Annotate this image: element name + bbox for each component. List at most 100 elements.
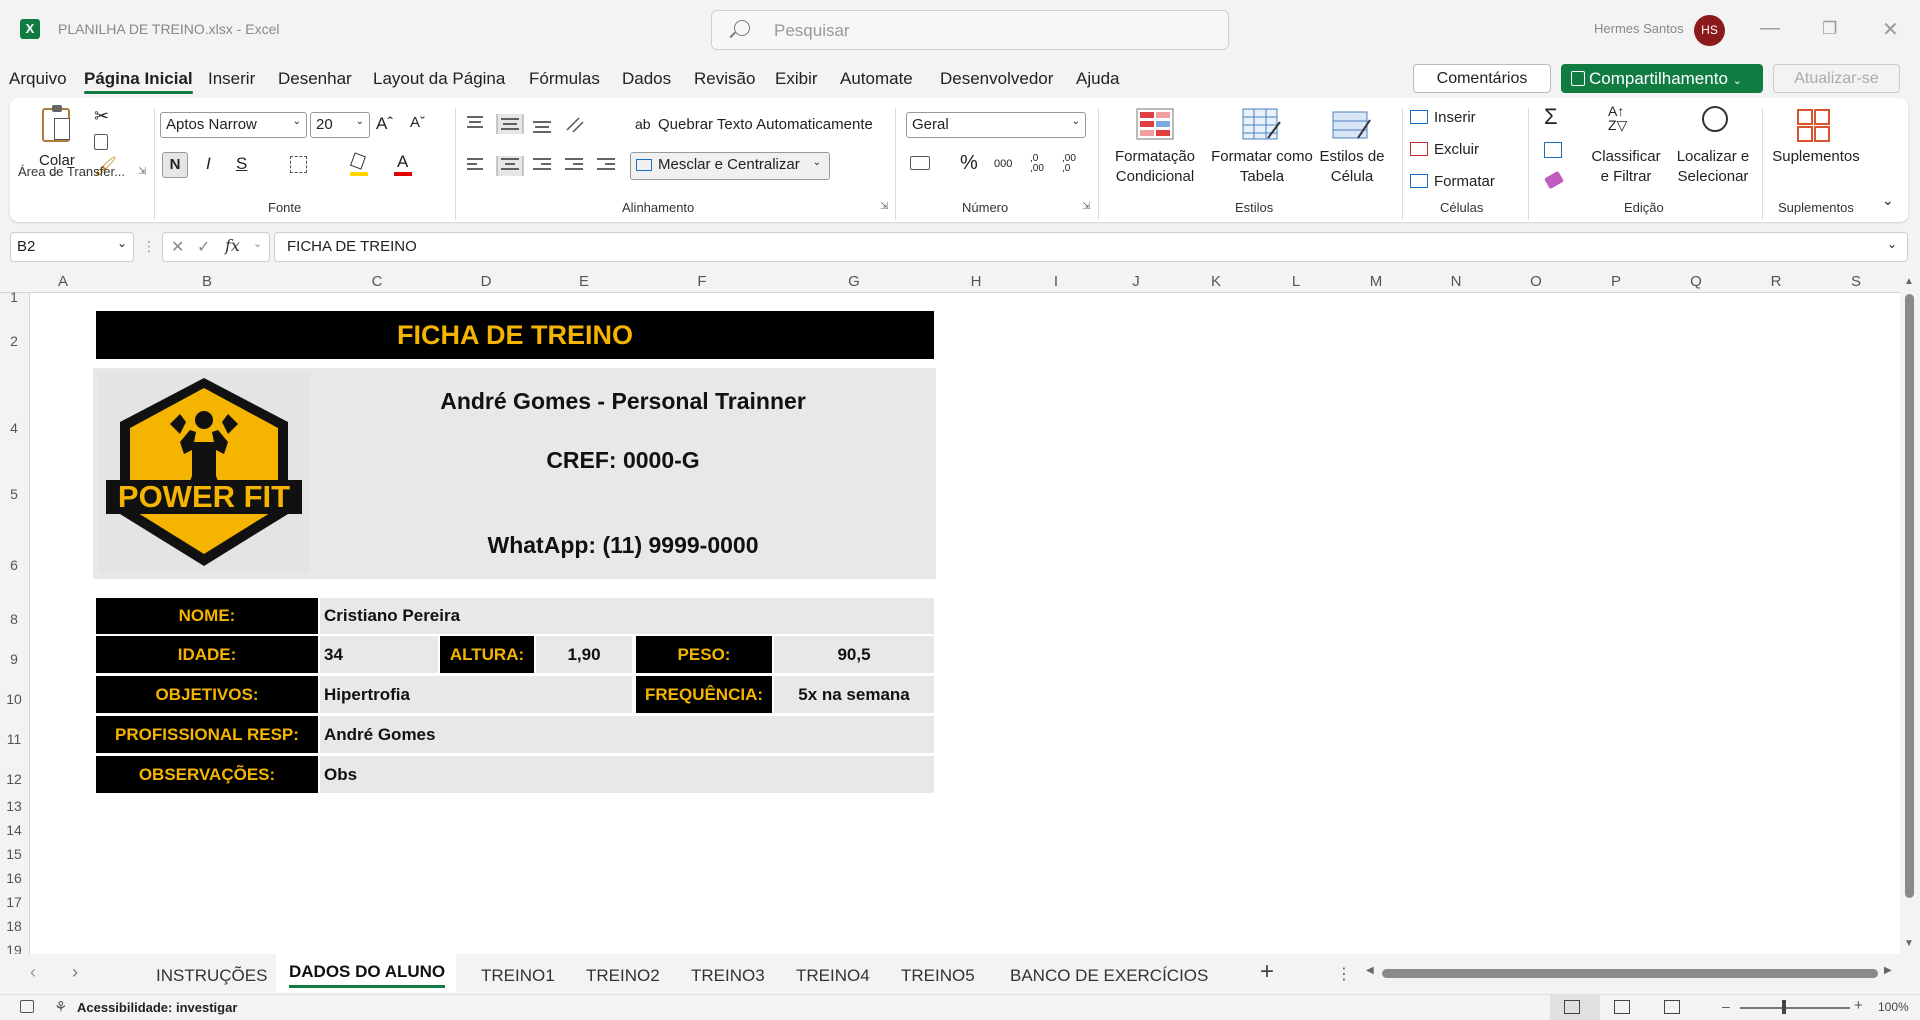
row-header[interactable]: 9 bbox=[0, 651, 28, 667]
tab-treino1[interactable]: TREINO1 bbox=[481, 966, 555, 986]
prev-sheet-icon[interactable]: ‹ bbox=[30, 962, 36, 983]
underline-button[interactable]: S bbox=[236, 154, 247, 174]
value-profissional[interactable]: André Gomes bbox=[320, 716, 934, 753]
menu-desenvolvedor[interactable]: Desenvolvedor bbox=[940, 69, 1053, 89]
insert-function-button[interactable]: fx bbox=[225, 236, 240, 255]
insert-cells-button[interactable]: Inserir bbox=[1434, 109, 1476, 126]
font-family-select[interactable]: Aptos Narrow ⌄ bbox=[160, 112, 307, 138]
cell-styles-label-2[interactable]: Célula bbox=[1310, 168, 1394, 185]
font-color-icon[interactable]: A bbox=[394, 152, 412, 176]
percent-button[interactable]: % bbox=[960, 152, 978, 175]
conditional-format-icon[interactable] bbox=[1136, 108, 1174, 142]
menu-ajuda[interactable]: Ajuda bbox=[1076, 69, 1119, 89]
paste-icon[interactable] bbox=[42, 105, 70, 142]
more-options-icon[interactable]: ⋮ bbox=[1336, 964, 1352, 984]
format-table-label-2[interactable]: Tabela bbox=[1210, 168, 1314, 185]
label-objetivos[interactable]: OBJETIVOS: bbox=[96, 676, 318, 713]
menu-dados[interactable]: Dados bbox=[622, 69, 671, 89]
italic-button[interactable]: I bbox=[206, 154, 211, 174]
column-header[interactable]: A bbox=[30, 273, 96, 290]
collapse-ribbon-icon[interactable]: ⌄ bbox=[1882, 192, 1894, 209]
update-button[interactable]: Atualizar-se bbox=[1773, 64, 1900, 93]
row-header[interactable]: 11 bbox=[0, 731, 28, 747]
increase-decimal-button[interactable]: ,0 ,00 bbox=[1030, 154, 1052, 174]
cell-styles-icon[interactable] bbox=[1332, 108, 1372, 142]
minimize-icon[interactable]: — bbox=[1760, 17, 1780, 40]
value-nome[interactable]: Cristiano Pereira bbox=[320, 598, 934, 634]
copy-icon[interactable] bbox=[94, 134, 108, 150]
column-header[interactable]: D bbox=[436, 273, 536, 290]
dialog-launcher-icon[interactable]: ⇲ bbox=[138, 166, 146, 177]
value-idade[interactable]: 34 bbox=[320, 636, 438, 673]
tab-banco-de-exercicios[interactable]: BANCO DE EXERCÍCIOS bbox=[1010, 966, 1208, 986]
column-header[interactable]: P bbox=[1576, 273, 1656, 290]
sort-filter-icon[interactable]: A↑ Z▽ bbox=[1608, 104, 1627, 132]
row-header[interactable]: 6 bbox=[0, 557, 28, 573]
add-sheet-icon[interactable]: + bbox=[1260, 958, 1274, 986]
more-options-icon[interactable]: ⋮ bbox=[142, 238, 156, 255]
menu-pagina-inicial[interactable]: Página Inicial bbox=[84, 69, 193, 94]
vertical-scrollbar[interactable]: ▲ ▼ bbox=[1900, 270, 1920, 954]
column-header[interactable]: K bbox=[1176, 273, 1256, 290]
scroll-left-icon[interactable]: ◀ bbox=[1366, 965, 1374, 976]
cancel-icon[interactable]: ✕ bbox=[171, 237, 184, 257]
sort-filter-label-1[interactable]: Classificar bbox=[1586, 148, 1666, 165]
restore-icon[interactable]: ❐ bbox=[1822, 19, 1837, 39]
vertical-align-icons[interactable] bbox=[465, 114, 615, 134]
format-table-icon[interactable] bbox=[1242, 108, 1282, 142]
trainer-whatsapp[interactable]: WhatApp: (11) 9999-0000 bbox=[310, 532, 936, 559]
name-box[interactable]: B2 ⌄ bbox=[10, 232, 134, 262]
sheet-title[interactable]: FICHA DE TREINO bbox=[96, 311, 934, 359]
borders-icon[interactable] bbox=[290, 156, 307, 173]
row-header[interactable]: 2 bbox=[0, 333, 28, 349]
comments-button[interactable]: Comentários bbox=[1413, 64, 1551, 93]
row-header[interactable]: 17 bbox=[0, 894, 28, 910]
currency-icon[interactable] bbox=[910, 156, 930, 170]
label-altura[interactable]: ALTURA: bbox=[440, 636, 534, 673]
fill-color-icon[interactable] bbox=[349, 152, 368, 176]
value-objetivos[interactable]: Hipertrofia bbox=[320, 676, 632, 713]
cell-styles-label-1[interactable]: Estilos de bbox=[1310, 148, 1394, 165]
accessibility-status[interactable]: Acessibilidade: investigar bbox=[77, 1000, 237, 1015]
column-header[interactable]: M bbox=[1336, 273, 1416, 290]
row-header[interactable]: 13 bbox=[0, 798, 28, 814]
row-header[interactable]: 12 bbox=[0, 771, 28, 787]
label-profissional[interactable]: PROFISSIONAL RESP: bbox=[96, 716, 318, 753]
delete-cells-icon[interactable] bbox=[1410, 142, 1428, 156]
normal-view-icon[interactable] bbox=[1564, 1000, 1580, 1014]
zoom-level[interactable]: 100% bbox=[1878, 1000, 1909, 1014]
avatar[interactable]: HS bbox=[1694, 15, 1725, 46]
page-layout-icon[interactable] bbox=[1614, 1000, 1630, 1014]
thousands-button[interactable]: 000 bbox=[994, 158, 1012, 170]
wrap-text-icon[interactable]: ab bbox=[635, 116, 651, 132]
column-header[interactable]: F bbox=[632, 273, 772, 290]
next-sheet-icon[interactable]: › bbox=[72, 962, 78, 983]
label-frequencia[interactable]: FREQUÊNCIA: bbox=[636, 676, 772, 713]
decrease-font-icon[interactable]: Aˇ bbox=[410, 114, 425, 131]
column-header[interactable]: H bbox=[936, 273, 1016, 290]
zoom-in-icon[interactable]: + bbox=[1854, 997, 1863, 1014]
row-header[interactable]: 4 bbox=[0, 420, 28, 436]
tab-treino5[interactable]: TREINO5 bbox=[901, 966, 975, 986]
menu-arquivo[interactable]: Arquivo bbox=[9, 69, 67, 89]
accessibility-icon[interactable]: ⚘ bbox=[54, 998, 67, 1016]
tab-treino2[interactable]: TREINO2 bbox=[586, 966, 660, 986]
column-header[interactable]: N bbox=[1416, 273, 1496, 290]
menu-exibir[interactable]: Exibir bbox=[775, 69, 818, 89]
addins-button[interactable]: Suplementos bbox=[1770, 148, 1862, 165]
cut-icon[interactable]: ✂ bbox=[94, 106, 109, 127]
find-select-icon[interactable] bbox=[1702, 106, 1728, 132]
row-header[interactable]: 5 bbox=[0, 486, 28, 502]
row-header[interactable]: 8 bbox=[0, 611, 28, 627]
menu-desenhar[interactable]: Desenhar bbox=[278, 69, 352, 89]
label-idade[interactable]: IDADE: bbox=[96, 636, 318, 673]
column-header[interactable]: O bbox=[1496, 273, 1576, 290]
row-header[interactable]: 16 bbox=[0, 870, 28, 886]
label-nome[interactable]: NOME: bbox=[96, 598, 318, 634]
chevron-down-icon[interactable]: ⌄ bbox=[253, 237, 262, 250]
row-header[interactable]: 14 bbox=[0, 822, 28, 838]
tab-treino3[interactable]: TREINO3 bbox=[691, 966, 765, 986]
close-icon[interactable]: ✕ bbox=[1882, 17, 1899, 42]
find-select-label-2[interactable]: Selecionar bbox=[1670, 168, 1756, 185]
wrap-text-button[interactable]: Quebrar Texto Automaticamente bbox=[658, 116, 873, 133]
